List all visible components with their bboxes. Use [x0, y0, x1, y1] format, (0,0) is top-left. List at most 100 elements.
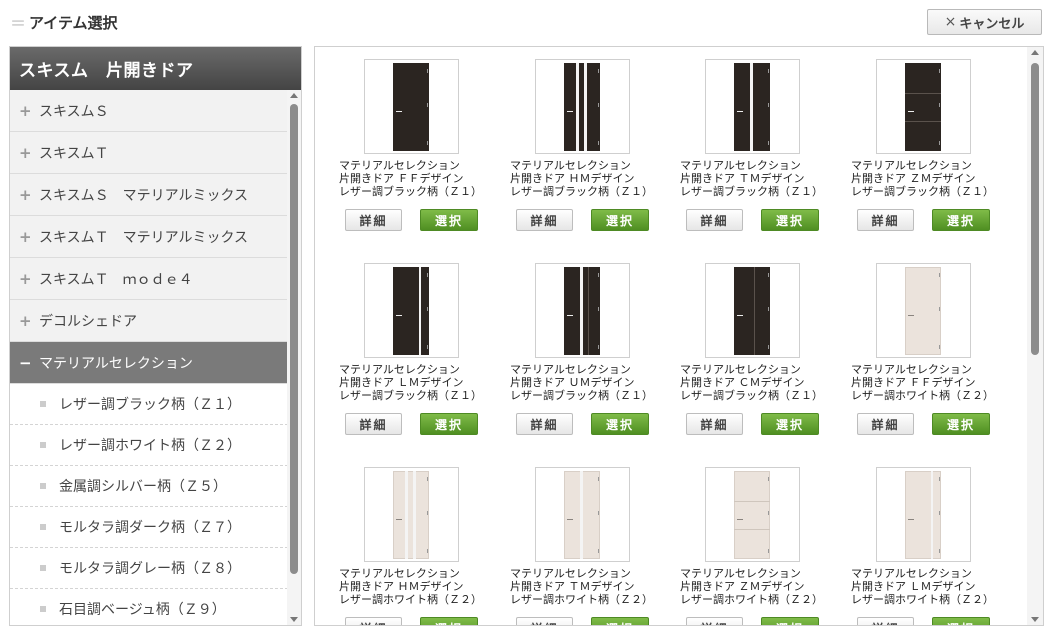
product-thumbnail[interactable]: [876, 263, 971, 358]
sidebar-subitem-label: 金属調シルバー柄（Ｚ５）: [59, 479, 227, 495]
product-caption-line: レザー調ブラック柄（Ｚ１）: [851, 185, 994, 198]
select-button[interactable]: 選択: [761, 413, 819, 435]
detail-button[interactable]: 詳細: [516, 209, 573, 231]
detail-button[interactable]: 詳細: [516, 617, 573, 625]
product-caption-line: レザー調ホワイト柄（Ｚ２）: [339, 593, 482, 606]
product-thumbnail[interactable]: [705, 59, 800, 154]
product-caption: マテリアルセレクション 片開きドア ＴＭデザイン レザー調ブラック柄（Ｚ１）: [680, 159, 850, 198]
plus-icon: +: [19, 269, 32, 288]
detail-button[interactable]: 詳細: [345, 413, 402, 435]
scroll-down-arrow-icon[interactable]: [1031, 617, 1039, 622]
product-caption: マテリアルセレクション 片開きドア ＣＭデザイン レザー調ブラック柄（Ｚ１）: [680, 363, 850, 402]
sidebar-item-label: スキスムＴ マテリアルミックス: [39, 229, 249, 246]
select-button[interactable]: 選択: [591, 209, 649, 231]
sidebar-subitem-label: レザー調ブラック柄（Ｚ１）: [59, 397, 241, 413]
detail-button[interactable]: 詳細: [857, 209, 914, 231]
sidebar-item[interactable]: + スキスムＳ マテリアルミックス: [10, 174, 288, 216]
door-image: [564, 63, 600, 151]
select-button[interactable]: 選択: [420, 209, 478, 231]
cancel-button[interactable]: × キャンセル: [927, 9, 1042, 35]
product-caption-line: 片開きドア ＴＭデザイン: [680, 172, 805, 185]
product-caption-line: レザー調ブラック柄（Ｚ１）: [510, 389, 653, 402]
product-caption: マテリアルセレクション 片開きドア ＬＭデザイン レザー調ブラック柄（Ｚ１）: [339, 363, 509, 402]
sidebar-item[interactable]: + デコルシェドア: [10, 300, 288, 342]
product-thumbnail[interactable]: [535, 59, 630, 154]
sidebar-item[interactable]: − マテリアルセレクション: [10, 342, 288, 384]
door-image: [905, 63, 941, 151]
sidebar-item[interactable]: + スキスムＴ マテリアルミックス: [10, 216, 288, 258]
product-caption-line: レザー調ブラック柄（Ｚ１）: [680, 185, 823, 198]
sidebar-subitem[interactable]: レザー調ブラック柄（Ｚ１）: [10, 384, 288, 425]
product-thumbnail[interactable]: [705, 467, 800, 562]
sidebar-subitem[interactable]: 石目調ベージュ柄（Ｚ９）: [10, 589, 288, 625]
detail-button[interactable]: 詳細: [345, 209, 402, 231]
page-title: ＝ アイテム選択: [10, 10, 118, 34]
product-scroll-thumb[interactable]: [1031, 63, 1039, 355]
product-thumbnail[interactable]: [364, 59, 459, 154]
scroll-up-arrow-icon[interactable]: [290, 93, 298, 98]
detail-button[interactable]: 詳細: [857, 617, 914, 625]
select-button[interactable]: 選択: [932, 617, 990, 625]
door-image: [734, 63, 770, 151]
door-image: [564, 267, 600, 355]
plus-icon: +: [19, 185, 32, 204]
sidebar-item-label: スキスムＳ: [39, 103, 109, 120]
product-caption-line: マテリアルセレクション: [510, 567, 631, 580]
sidebar-scroll-thumb[interactable]: [290, 104, 298, 574]
bullet-icon: [40, 606, 46, 612]
sidebar-subitem[interactable]: 金属調シルバー柄（Ｚ５）: [10, 466, 288, 507]
product-caption-line: マテリアルセレクション: [339, 159, 460, 172]
product-thumbnail[interactable]: [364, 263, 459, 358]
product-thumbnail[interactable]: [876, 467, 971, 562]
sidebar-item[interactable]: + スキスムＴ ｍｏｄｅ４: [10, 258, 288, 300]
plus-icon: +: [19, 143, 32, 162]
sidebar-item[interactable]: + スキスムＴ: [10, 132, 288, 174]
detail-button[interactable]: 詳細: [345, 617, 402, 625]
product-caption-line: レザー調ホワイト柄（Ｚ２）: [851, 389, 994, 402]
door-image: [393, 63, 429, 151]
sidebar-subitem-label: モルタラ調ダーク柄（Ｚ７）: [59, 520, 241, 536]
product-caption-line: 片開きドア ＣＭデザイン: [680, 376, 805, 389]
product-scrollbar[interactable]: [1027, 47, 1043, 625]
sidebar-subitem[interactable]: モルタラ調ダーク柄（Ｚ７）: [10, 507, 288, 548]
bullet-icon: [40, 401, 46, 407]
bullet-icon: [40, 442, 46, 448]
product-caption-line: マテリアルセレクション: [339, 567, 460, 580]
product-thumbnail[interactable]: [876, 59, 971, 154]
product-thumbnail[interactable]: [535, 263, 630, 358]
select-button[interactable]: 選択: [591, 413, 649, 435]
select-button[interactable]: 選択: [932, 413, 990, 435]
product-caption-line: マテリアルセレクション: [510, 159, 631, 172]
detail-button[interactable]: 詳細: [686, 617, 743, 625]
select-button[interactable]: 選択: [932, 209, 990, 231]
select-button[interactable]: 選択: [761, 617, 819, 625]
product-caption: マテリアルセレクション 片開きドア ＺＭデザイン レザー調ブラック柄（Ｚ１）: [851, 159, 1021, 198]
scroll-down-arrow-icon[interactable]: [290, 617, 298, 622]
detail-button[interactable]: 詳細: [857, 413, 914, 435]
select-button[interactable]: 選択: [420, 413, 478, 435]
minus-icon: −: [19, 353, 32, 372]
page-title-text: アイテム選択: [29, 13, 118, 32]
sidebar-subitem[interactable]: モルタラ調グレー柄（Ｚ８）: [10, 548, 288, 589]
product-caption-line: 片開きドア ＨＭデザイン: [339, 580, 464, 593]
detail-button[interactable]: 詳細: [686, 209, 743, 231]
title-mark-icon: ＝: [10, 14, 27, 33]
product-thumbnail[interactable]: [705, 263, 800, 358]
door-image: [393, 471, 429, 559]
sidebar-item[interactable]: + スキスムＳ: [10, 90, 288, 132]
detail-button[interactable]: 詳細: [686, 413, 743, 435]
select-button[interactable]: 選択: [420, 617, 478, 625]
product-thumbnail[interactable]: [535, 467, 630, 562]
sidebar-scrollbar[interactable]: [287, 90, 301, 625]
product-caption-line: マテリアルセレクション: [851, 363, 972, 376]
bullet-icon: [40, 483, 46, 489]
sidebar-subitem[interactable]: レザー調ホワイト柄（Ｚ２）: [10, 425, 288, 466]
scroll-up-arrow-icon[interactable]: [1031, 50, 1039, 55]
sidebar-list: + スキスムＳ + スキスムＴ + スキスムＳ マテリアルミックス + スキスムＴ マテリアル…: [10, 90, 288, 625]
select-button[interactable]: 選択: [761, 209, 819, 231]
door-image: [393, 267, 429, 355]
product-thumbnail[interactable]: [364, 467, 459, 562]
select-button[interactable]: 選択: [591, 617, 649, 625]
product-panel: マテリアルセレクション 片開きドア ＦＦデザイン レザー調ブラック柄（Ｚ１） 詳細 選択…: [314, 46, 1044, 626]
detail-button[interactable]: 詳細: [516, 413, 573, 435]
